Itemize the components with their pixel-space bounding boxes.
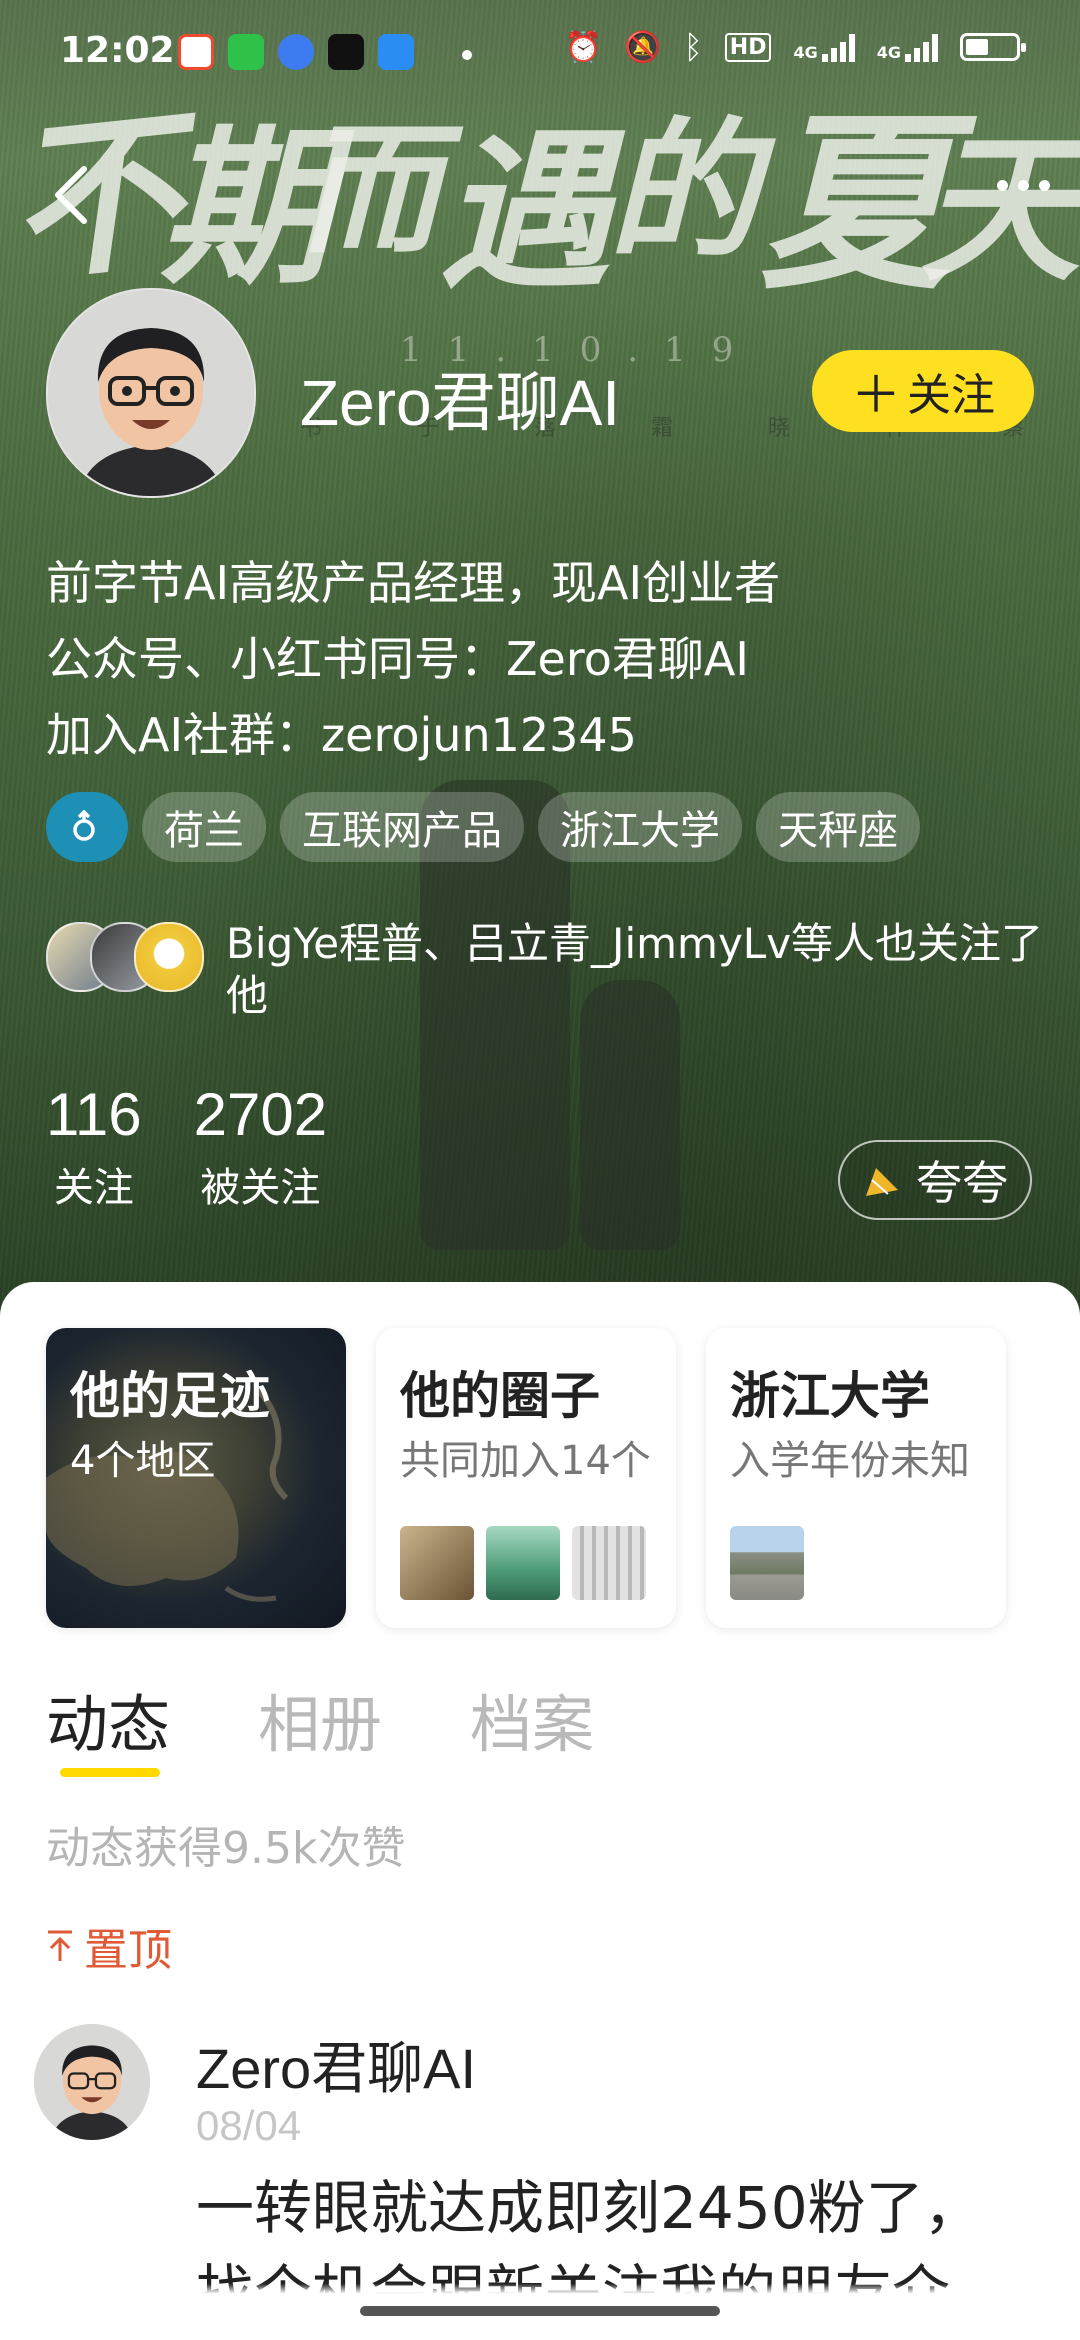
card-title: 他的足迹 [70,1367,270,1425]
post-date: 08/04 [196,2102,302,2149]
male-symbol-icon [46,792,128,862]
card-subtitle: 共同加入14个 [400,1438,651,1484]
more-notifications-dot-icon [462,50,472,60]
praise-button[interactable]: 夸夸 [838,1140,1032,1220]
tag-zodiac[interactable]: 天秤座 [756,792,920,862]
back-arrow-icon[interactable] [52,165,92,224]
tab-posts[interactable]: 动态 [46,1674,170,1764]
cover-title-char: 天 [920,115,1080,303]
card-title: 浙江大学 [730,1367,930,1425]
pin-arrow-icon [48,1930,72,1961]
profile-bio: 前字节AI高级产品经理，现AI创业者 公众号、小红书同号：Zero君聊AI 加入… [46,545,780,773]
plus-icon: ＋ [851,366,901,424]
tag-location[interactable]: 荷兰 [142,792,266,862]
tab-archive[interactable]: 档案 [470,1674,594,1764]
post-text-line: 找个机会跟新关注我的朋友介 [196,2258,951,2326]
likes-summary: 动态获得9.5k次赞 [46,1823,406,1874]
footprint-card[interactable]: 他的足迹 4个地区 [46,1328,346,1628]
card-subtitle: 4个地区 [70,1438,216,1484]
following-count: 116 [46,1081,142,1148]
status-time: 12:02 [60,30,175,71]
more-options-icon[interactable] [997,180,1050,191]
pinned-label: 置顶 [84,1925,172,1976]
profile-tags: 荷兰 互联网产品 浙江大学 天秤座 [46,792,920,862]
mutual-followers[interactable]: BigYe程普、吕立青_JimmyLv等人也关注了他 [46,918,1043,1020]
profile-username: Zero君聊AI [300,367,621,439]
card-title: 他的圈子 [400,1367,600,1425]
alarm-icon: ⏰ [564,29,603,65]
home-indicator[interactable] [360,2306,720,2316]
school-card[interactable]: 浙江大学 入学年份未知 [706,1328,1006,1628]
post-author-avatar[interactable] [34,2024,150,2140]
following-label: 关注 [53,1165,134,1211]
pinned-label-row: 置顶 [46,1914,172,1978]
party-horn-icon [866,1168,898,1196]
followers-label: 被关注 [200,1165,321,1211]
hd-label: HD [724,32,772,62]
mutual-avatar [134,922,204,992]
card-subtitle: 入学年份未知 [730,1438,970,1484]
school-thumbnail [730,1526,804,1600]
school-thumbnails [730,1526,804,1600]
signal-icon: 4G [877,32,938,62]
notification-icons [178,34,414,70]
mutual-followers-text: BigYe程普、吕立青_JimmyLv等人也关注了他 [226,919,1044,1020]
follow-button[interactable]: ＋ 关注 [812,350,1034,432]
tag-industry[interactable]: 互联网产品 [280,792,524,862]
tab-indicator [60,1768,160,1777]
app-58-icon [178,34,214,70]
tab-album[interactable]: 相册 [258,1674,382,1764]
circle-thumbnail [486,1526,560,1600]
status-bar: 12:02 ⏰ 🔕 ᛒ HD 4G 4G [0,0,1080,110]
circle-thumbnail [400,1526,474,1600]
signal-icon: 4G [793,32,855,62]
app-tiktok-icon [328,34,364,70]
bio-line: 加入AI社群：zerojun12345 [46,708,637,762]
app-iqiyi-icon [228,34,264,70]
app-video-icon [378,34,414,70]
circle-thumbnails [400,1526,646,1600]
mutual-avatars [46,918,216,992]
profile-tabs: 动态 相册 档案 [46,1674,594,1764]
status-right-icons: ⏰ 🔕 ᛒ HD 4G 4G [564,28,1026,66]
circle-thumbnail [572,1526,646,1600]
mute-icon: 🔕 [624,29,662,65]
circles-card[interactable]: 他的圈子 共同加入14个 [376,1328,676,1628]
post-author-name[interactable]: Zero君聊AI [196,2024,476,2105]
following-stat[interactable]: 116 关注 [46,1080,142,1213]
post-text-line: 一转眼就达成即刻2450粉了， [196,2174,982,2242]
followers-stat[interactable]: 2702 被关注 [194,1080,327,1213]
signal-label: 4G [793,43,818,62]
app-browser-icon [278,34,314,70]
cover-title-char: 遇 [440,112,615,312]
info-cards: 他的足迹 4个地区 他的圈子 共同加入14个 浙江大学 入学年份未知 [46,1328,1006,1628]
follow-label: 关注 [907,370,995,421]
bluetooth-icon: ᛒ [683,28,703,66]
praise-label: 夸夸 [916,1156,1008,1210]
content-sheet: 他的足迹 4个地区 他的圈子 共同加入14个 浙江大学 入学年份未知 动态 相册… [0,1282,1080,2340]
bio-line: 公众号、小红书同号：Zero君聊AI [46,632,749,686]
signal-label: 4G [876,43,901,62]
bio-line: 前字节AI高级产品经理，现AI创业者 [46,556,781,610]
tag-school[interactable]: 浙江大学 [538,792,742,862]
battery-icon [960,33,1026,61]
follow-stats: 116 关注 2702 被关注 [46,1080,327,1213]
followers-count: 2702 [193,1081,328,1148]
avatar[interactable] [46,288,256,498]
